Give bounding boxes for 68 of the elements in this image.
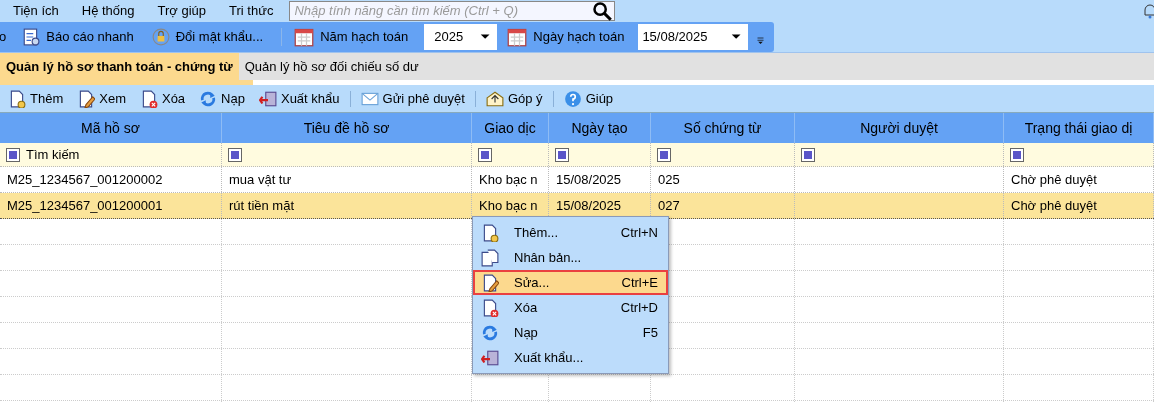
toolbar-button[interactable]: Thêm: [8, 88, 64, 109]
menu-item[interactable]: Sửa... Ctrl+E: [473, 270, 668, 295]
toolbar-button[interactable]: Góp ý: [485, 88, 543, 109]
export-icon: [258, 89, 277, 108]
report-icon: [22, 28, 41, 46]
toolbar-button[interactable]: Giúp: [563, 88, 614, 109]
toolbar-button[interactable]: Xem: [77, 88, 126, 109]
add-document-icon: [481, 223, 499, 242]
table-cell-text: Chờ phê duyệt: [1011, 170, 1097, 189]
filter-toggle[interactable]: [1010, 147, 1024, 162]
bell-icon: [1142, 3, 1154, 19]
tab[interactable]: Quản lý hồ sơ thanh toán - chứng từ: [0, 53, 239, 80]
toolbar-button[interactable]: Xuất khẩu: [258, 88, 340, 109]
table-cell-text: mua vật tư: [229, 170, 292, 189]
menu-item[interactable]: Nạp F5: [473, 320, 668, 345]
table-cell-text: rút tiền mặt: [229, 196, 295, 215]
table-row[interactable]: M25_1234567_001200001 rút tiền mặt Kho bạc n 15/08/2025 027 Chờ phê duyệt: [0, 193, 1154, 219]
toolbar-button[interactable]: Gửi phê duyệt: [360, 88, 465, 109]
menu-item[interactable]: Thêm... Ctrl+N: [473, 220, 668, 245]
toolbar-button[interactable]: Xóa: [139, 88, 186, 109]
table-row[interactable]: M25_1234567_001200002 mua vật tư Kho bạc n 15/08/2025 025 Chờ phê duyệt: [0, 167, 1154, 193]
refresh-icon: [481, 323, 499, 342]
filter-toggle[interactable]: [6, 147, 20, 162]
filter-toggle[interactable]: [228, 147, 242, 162]
menu-item[interactable]: Hệ thống: [78, 1, 138, 21]
table-cell-text: M25_1234567_001200001: [7, 196, 163, 215]
edit-icon: [77, 89, 96, 108]
lock-icon: [151, 28, 170, 46]
upload-icon: [485, 89, 504, 108]
toolbar-button[interactable]: Báo cáo nhanh: [22, 27, 134, 47]
menu-item[interactable]: Xuất khẩu...: [473, 345, 668, 370]
table-cell-text: Kho bạc n: [479, 170, 538, 189]
field-label: Ngày hạch toán: [533, 28, 625, 47]
refresh-icon: [199, 89, 218, 108]
filter-toggle[interactable]: [478, 147, 492, 162]
copy-icon: [481, 248, 499, 267]
table-cell-text: Kho bạc n: [479, 196, 538, 215]
filter-toggle[interactable]: [657, 147, 671, 162]
table-cell-text: 15/08/2025: [556, 196, 622, 215]
menu-item[interactable]: Xóa Ctrl+D: [473, 295, 668, 320]
table-cell-text: 025: [658, 170, 680, 189]
add-document-icon: [8, 89, 26, 108]
search-field[interactable]: Nhập tính năng cần tìm kiếm (Ctrl + Q): [289, 1, 616, 21]
table-cell-text: Chờ phê duyệt: [1011, 196, 1097, 215]
date-dropdown[interactable]: 15/08/2025: [638, 24, 749, 50]
toolbar-button[interactable]: Nạp: [199, 88, 245, 109]
field-label: Năm hạch toán: [320, 28, 409, 47]
menu-item[interactable]: Nhân bản...: [473, 245, 668, 270]
export-icon: [481, 348, 499, 367]
table-cell-text: M25_1234567_001200002: [7, 170, 163, 189]
year-dropdown[interactable]: 2025: [424, 24, 498, 50]
menu-item[interactable]: Tri thức: [226, 1, 277, 21]
table-cell-text: 15/08/2025: [556, 170, 622, 189]
filter-toggle[interactable]: [555, 147, 569, 162]
search-icon: [592, 1, 613, 21]
filter-text: Tìm kiếm: [26, 145, 80, 164]
filter-toggle[interactable]: [801, 147, 815, 162]
table-cell-text: 027: [658, 196, 680, 215]
edit-icon: [481, 273, 499, 292]
calendar-icon: [294, 27, 315, 47]
delete-icon: [481, 298, 499, 317]
help-icon: [563, 89, 582, 108]
toolbar-button[interactable]: Đổi mật khẩu...: [151, 27, 264, 47]
toolbar-text: o: [0, 28, 7, 47]
calendar-icon: [507, 27, 528, 47]
menu-item[interactable]: Tiện ích: [10, 1, 62, 21]
tab[interactable]: Quản lý hồ sơ đối chiếu số dư: [238, 53, 425, 80]
menu-item[interactable]: Trợ giúp: [154, 1, 210, 21]
